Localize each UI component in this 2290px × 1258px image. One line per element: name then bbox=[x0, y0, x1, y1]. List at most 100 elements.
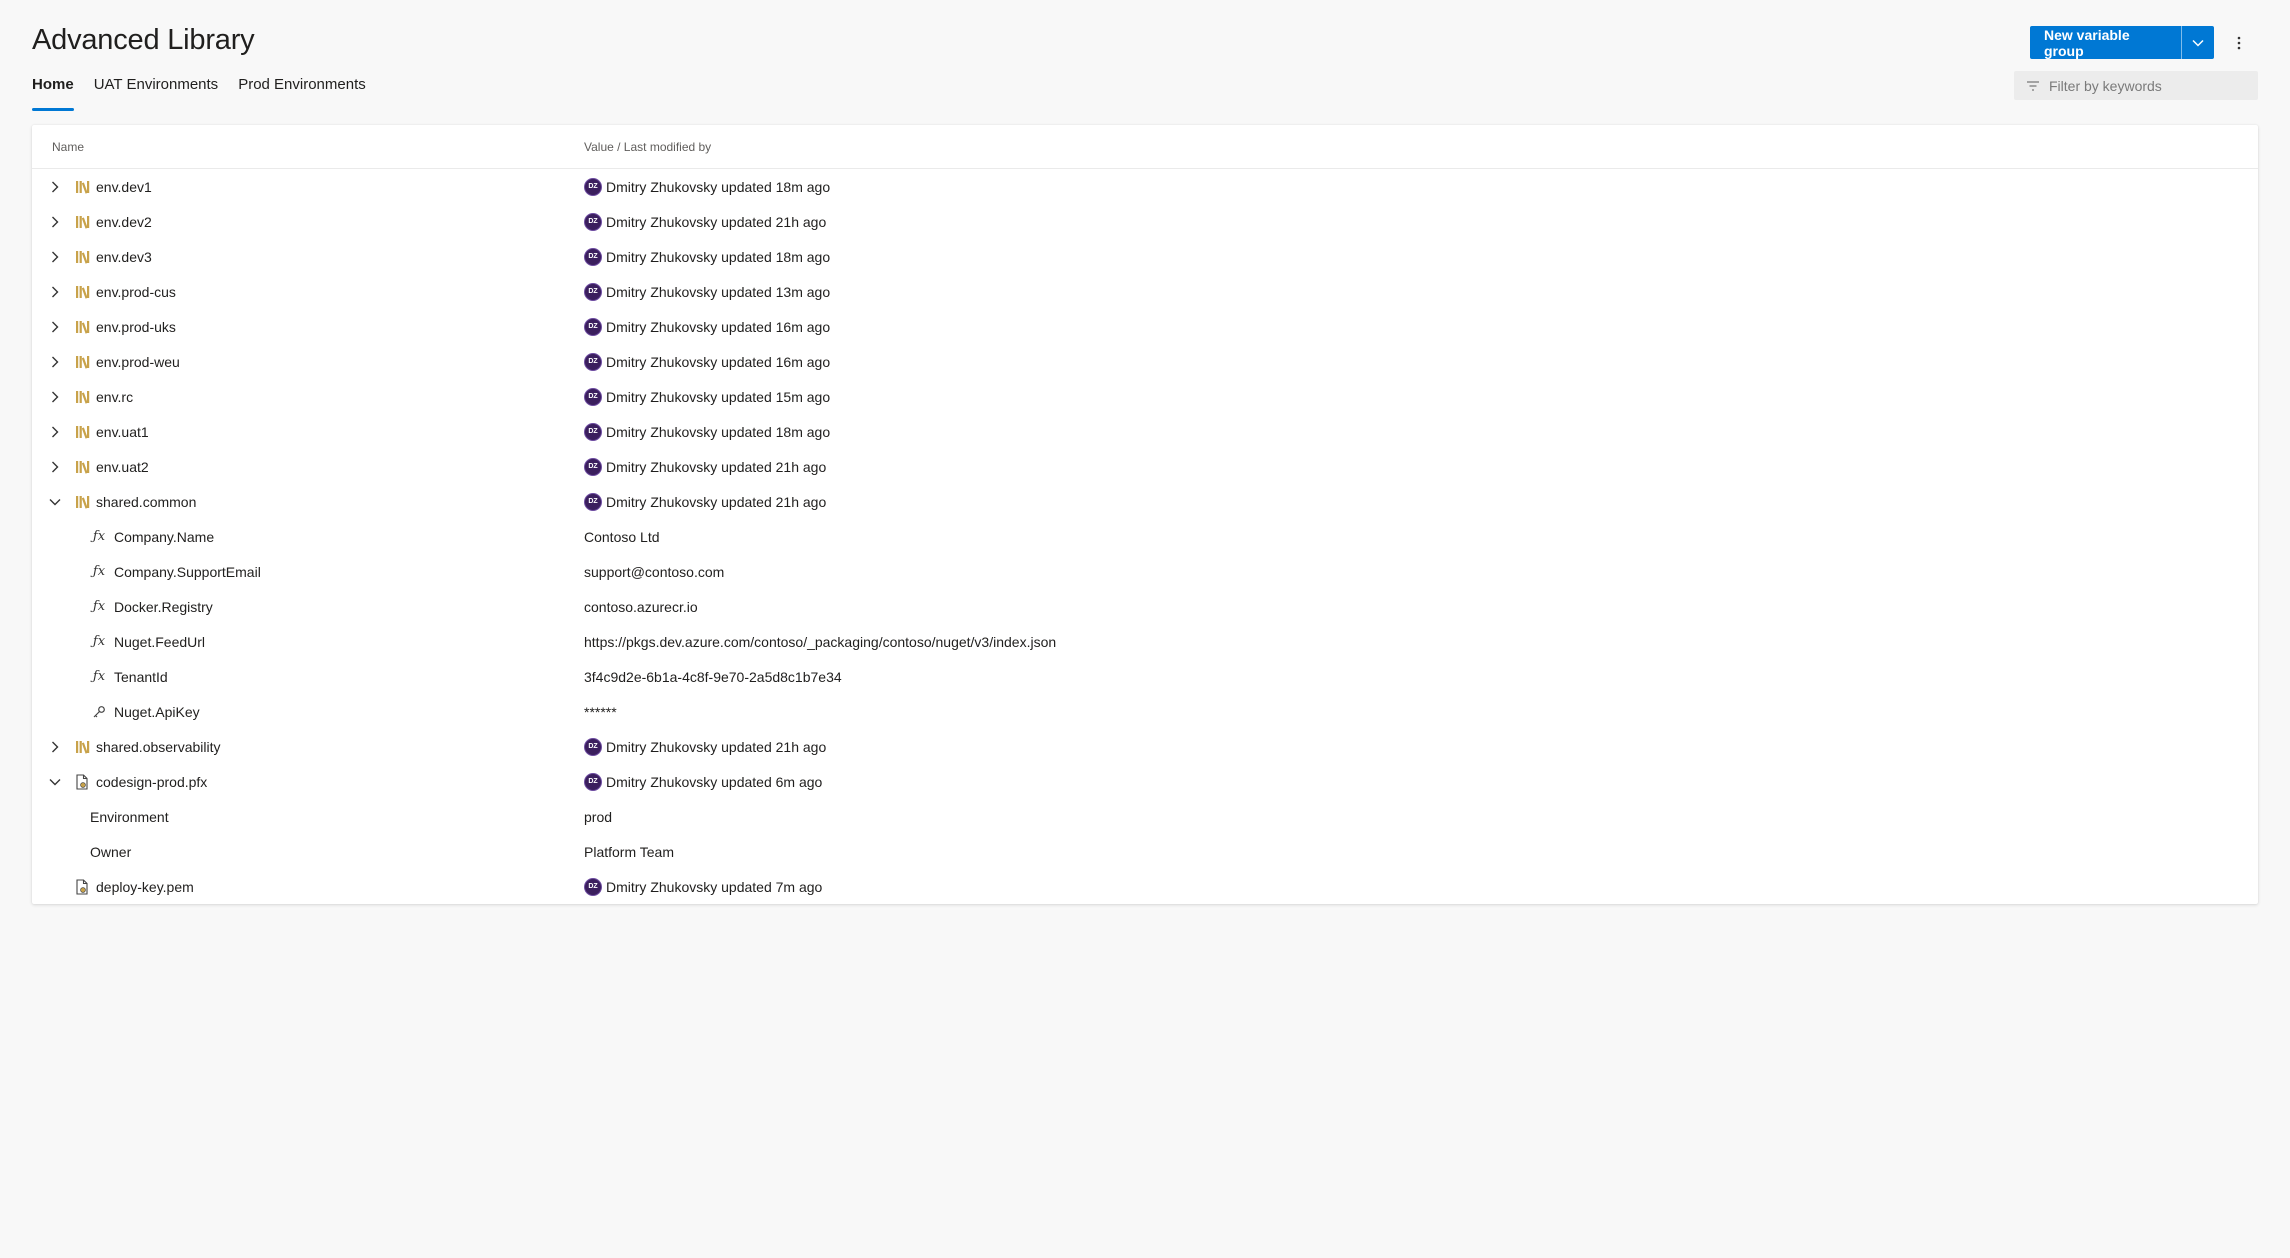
table-row[interactable]: ƒx Nuget.FeedUrl https://pkgs.dev.azure.co… bbox=[32, 624, 2258, 659]
row-name[interactable]: env.prod-cus bbox=[96, 284, 176, 300]
row-name-cell: env.uat1 bbox=[32, 414, 584, 449]
modified-text: Dmitry Zhukovsky updated 15m ago bbox=[606, 388, 831, 405]
chevron-right-icon[interactable] bbox=[48, 740, 62, 754]
table-row[interactable]: Owner Platform Team bbox=[32, 834, 2258, 869]
table-header: Name Value / Last modified by bbox=[32, 125, 2258, 169]
table-row[interactable]: deploy-key.pem DZ Dmitry Zhukovsky updated… bbox=[32, 869, 2258, 904]
row-name[interactable]: env.rc bbox=[96, 389, 133, 405]
chevron-right-icon[interactable] bbox=[48, 215, 62, 229]
row-name[interactable]: codesign-prod.pfx bbox=[96, 774, 207, 790]
row-name-cell: env.dev1 bbox=[32, 169, 584, 204]
property-value: Platform Team bbox=[584, 843, 674, 860]
library-icon bbox=[75, 389, 91, 405]
chevron-down-icon[interactable] bbox=[48, 775, 62, 789]
table-row[interactable]: env.prod-cus DZ Dmitry Zhukovsky updated 1… bbox=[32, 274, 2258, 309]
row-name-cell: env.uat2 bbox=[32, 449, 584, 484]
row-name[interactable]: env.dev1 bbox=[96, 179, 152, 195]
library-icon bbox=[75, 284, 91, 300]
page-title: Advanced Library bbox=[32, 24, 255, 56]
modified-text: Dmitry Zhukovsky updated 18m ago bbox=[606, 248, 831, 265]
tab-uat-environments[interactable]: UAT Environments bbox=[94, 75, 219, 109]
modified-text: Dmitry Zhukovsky updated 18m ago bbox=[606, 178, 831, 195]
row-name-cell: env.prod-uks bbox=[32, 309, 584, 344]
row-name-cell: env.prod-weu bbox=[32, 344, 584, 379]
row-name[interactable]: env.prod-weu bbox=[96, 354, 180, 370]
table-row[interactable]: shared.common DZ Dmitry Zhukovsky updated … bbox=[32, 484, 2258, 519]
row-name-cell: shared.common bbox=[32, 484, 584, 519]
new-variable-group-dropdown[interactable] bbox=[2182, 26, 2214, 59]
row-value-cell: prod bbox=[584, 809, 612, 825]
variable-name[interactable]: Company.SupportEmail bbox=[114, 564, 261, 580]
table-row[interactable]: env.uat1 DZ Dmitry Zhukovsky updated 18m a… bbox=[32, 414, 2258, 449]
row-value-cell: 3f4c9d2e-6b1a-4c8f-9e70-2a5d8c1b7e34 bbox=[584, 669, 842, 685]
chevron-right-icon[interactable] bbox=[48, 355, 62, 369]
variable-value: ****** bbox=[584, 703, 617, 720]
fx-icon: ƒx bbox=[92, 529, 106, 544]
column-header-value: Value / Last modified by bbox=[584, 139, 712, 154]
row-name[interactable]: shared.common bbox=[96, 494, 196, 510]
variable-name[interactable]: Docker.Registry bbox=[114, 599, 213, 615]
row-value-cell: Contoso Ltd bbox=[584, 529, 660, 545]
library-icon bbox=[75, 459, 91, 475]
tab-home[interactable]: Home bbox=[32, 75, 74, 111]
chevron-down-icon[interactable] bbox=[48, 495, 62, 509]
variable-value: Contoso Ltd bbox=[584, 528, 660, 545]
variable-name[interactable]: Nuget.ApiKey bbox=[114, 704, 200, 720]
table-row[interactable]: shared.observability DZ Dmitry Zhukovsky u… bbox=[32, 729, 2258, 764]
table-row[interactable]: ƒx TenantId 3f4c9d2e-6b1a-4c8f-9e70-2a5d8c… bbox=[32, 659, 2258, 694]
row-value-cell: DZ Dmitry Zhukovsky updated 18m ago bbox=[584, 422, 830, 441]
fx-icon: ƒx bbox=[92, 634, 106, 649]
chevron-right-icon[interactable] bbox=[48, 390, 62, 404]
variable-value: contoso.azurecr.io bbox=[584, 598, 698, 615]
modified-text: Dmitry Zhukovsky updated 16m ago bbox=[606, 318, 831, 335]
row-name-cell: ƒx Docker.Registry bbox=[32, 589, 584, 624]
filter-input[interactable] bbox=[2049, 77, 2249, 94]
property-name: Owner bbox=[90, 843, 132, 860]
chevron-right-icon[interactable] bbox=[48, 180, 62, 194]
row-name[interactable]: shared.observability bbox=[96, 739, 221, 755]
table-row[interactable]: ƒx Docker.Registry contoso.azurecr.io bbox=[32, 589, 2258, 624]
variable-name[interactable]: Nuget.FeedUrl bbox=[114, 634, 205, 650]
table-row[interactable]: env.prod-weu DZ Dmitry Zhukovsky updated 1… bbox=[32, 344, 2258, 379]
row-name[interactable]: env.dev2 bbox=[96, 214, 152, 230]
new-variable-group-button[interactable]: New variable group bbox=[2030, 26, 2182, 59]
chevron-right-icon[interactable] bbox=[48, 285, 62, 299]
chevron-right-icon[interactable] bbox=[48, 460, 62, 474]
table-row[interactable]: codesign-prod.pfx DZ Dmitry Zhukovsky upda… bbox=[32, 764, 2258, 799]
fx-icon: ƒx bbox=[92, 564, 106, 579]
row-name[interactable]: env.dev3 bbox=[96, 249, 152, 265]
row-name[interactable]: env.prod-uks bbox=[96, 319, 176, 335]
table-body: env.dev1 DZ Dmitry Zhukovsky updated 18m a… bbox=[32, 169, 2258, 904]
table-row[interactable]: env.dev1 DZ Dmitry Zhukovsky updated 18m a… bbox=[32, 169, 2258, 204]
row-name-cell: env.dev3 bbox=[32, 239, 584, 274]
variable-name[interactable]: TenantId bbox=[114, 669, 168, 685]
table-row[interactable]: env.dev2 DZ Dmitry Zhukovsky updated 21h a… bbox=[32, 204, 2258, 239]
row-value-cell: DZ Dmitry Zhukovsky updated 16m ago bbox=[584, 317, 831, 336]
avatar: DZ bbox=[584, 212, 602, 231]
row-value-cell: contoso.azurecr.io bbox=[584, 599, 698, 615]
table-row[interactable]: env.rc DZ Dmitry Zhukovsky updated 15m ago bbox=[32, 379, 2258, 414]
table-row[interactable]: Nuget.ApiKey ****** bbox=[32, 694, 2258, 729]
tab-prod-environments[interactable]: Prod Environments bbox=[238, 75, 366, 109]
row-name-cell: env.dev2 bbox=[32, 204, 584, 239]
variable-name[interactable]: Company.Name bbox=[114, 529, 214, 545]
avatar: DZ bbox=[584, 422, 602, 441]
library-icon bbox=[75, 494, 91, 510]
table-row[interactable]: env.prod-uks DZ Dmitry Zhukovsky updated 1… bbox=[32, 309, 2258, 344]
row-name[interactable]: env.uat1 bbox=[96, 424, 149, 440]
table-row[interactable]: ƒx Company.SupportEmail support@contoso.co… bbox=[32, 554, 2258, 589]
more-actions-button[interactable] bbox=[2229, 30, 2249, 56]
modified-text: Dmitry Zhukovsky updated 21h ago bbox=[606, 738, 827, 755]
avatar: DZ bbox=[584, 247, 602, 266]
table-row[interactable]: env.uat2 DZ Dmitry Zhukovsky updated 21h a… bbox=[32, 449, 2258, 484]
chevron-right-icon[interactable] bbox=[48, 320, 62, 334]
chevron-right-icon[interactable] bbox=[48, 250, 62, 264]
row-value-cell: DZ Dmitry Zhukovsky updated 18m ago bbox=[584, 247, 831, 266]
row-name[interactable]: env.uat2 bbox=[96, 459, 149, 475]
table-row[interactable]: ƒx Company.Name Contoso Ltd bbox=[32, 519, 2258, 554]
row-name-cell: deploy-key.pem bbox=[32, 869, 584, 904]
table-row[interactable]: env.dev3 DZ Dmitry Zhukovsky updated 18m a… bbox=[32, 239, 2258, 274]
table-row[interactable]: Environment prod bbox=[32, 799, 2258, 834]
chevron-right-icon[interactable] bbox=[48, 425, 62, 439]
row-name[interactable]: deploy-key.pem bbox=[96, 879, 194, 895]
